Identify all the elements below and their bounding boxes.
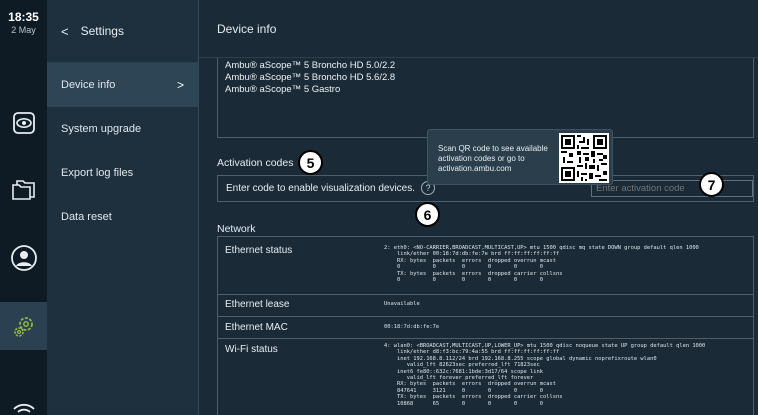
chevron-right-icon: > — [176, 78, 184, 92]
gear-icon — [13, 317, 33, 337]
ethernet-lease-value: Unavailable — [384, 301, 420, 307]
activation-codes-heading: Activation codes — [217, 157, 294, 169]
status-clock: 18:35 2 May — [0, 10, 47, 35]
qr-code-image — [559, 133, 609, 183]
clock-time: 18:35 — [8, 10, 39, 24]
table-row: Ethernet status 2: eth0: <NO-CARRIER,BRO… — [218, 237, 753, 295]
callout-6: 6 — [415, 202, 440, 227]
folders-icon — [11, 180, 35, 200]
device-list-item: Ambu® aScope™ 5 Broncho HD 5.0/2.2 — [225, 60, 396, 71]
menu-item-label: System upgrade — [61, 123, 142, 135]
wifi-status-label: Wi-Fi status — [225, 344, 278, 355]
rail-files-button[interactable] — [0, 172, 47, 206]
compatible-devices-list[interactable]: Ambu® aScope™ 5 Broncho HD 5.0/2.2 Ambu®… — [217, 58, 754, 138]
wifi-icon — [12, 403, 35, 413]
ethernet-mac-value: 00:18:7d:db:fe:7e — [384, 324, 440, 330]
activation-code-input[interactable] — [591, 180, 753, 197]
settings-header: < Settings — [47, 0, 198, 63]
ethernet-status-label: Ethernet status — [225, 245, 293, 256]
menu-item-label: Device info — [61, 79, 116, 91]
device-list-item: Ambu® aScope™ 5 Gastro — [225, 84, 341, 95]
wifi-status-value: 4: wlan0: <BROADCAST,MULTICAST,UP,LOWER_… — [384, 343, 706, 407]
rail-user-button[interactable] — [0, 240, 47, 276]
user-icon — [10, 245, 37, 271]
table-row: Ethernet MAC 00:18:7d:db:fe:7e — [218, 317, 753, 339]
menu-item-system-upgrade[interactable]: System upgrade — [47, 107, 198, 151]
rail-wifi-button[interactable] — [0, 396, 47, 415]
rail-live-view-button[interactable] — [0, 106, 47, 140]
settings-panel: < Settings Device info > System upgrade … — [47, 0, 198, 415]
page-title: Device info — [199, 0, 758, 58]
device-info-panel: Device info Ambu® aScope™ 5 Broncho HD 5… — [198, 0, 758, 415]
tooltip-text: Scan QR code to see available activation… — [438, 144, 548, 173]
menu-item-device-info[interactable]: Device info > — [47, 63, 198, 107]
table-row: Wi-Fi status 4: wlan0: <BROADCAST,MULTIC… — [218, 339, 753, 415]
ethernet-mac-label: Ethernet MAC — [225, 322, 288, 333]
rail-settings-button[interactable] — [0, 302, 47, 350]
qr-tooltip: Scan QR code to see available activation… — [427, 129, 613, 185]
menu-item-data-reset[interactable]: Data reset — [47, 195, 198, 239]
callout-5: 5 — [298, 150, 323, 175]
menu-item-label: Data reset — [61, 211, 112, 223]
device-list-item: Ambu® aScope™ 5 Broncho HD 5.6/2.8 — [225, 72, 396, 83]
left-rail: 18:35 2 May — [0, 0, 47, 415]
menu-item-export-log-files[interactable]: Export log files — [47, 151, 198, 195]
eye-icon — [12, 112, 35, 134]
ethernet-status-value: 2: eth0: <NO-CARRIER,BROADCAST,MULTICAST… — [384, 245, 699, 284]
back-chevron-icon[interactable]: < — [61, 24, 69, 39]
network-heading: Network — [217, 223, 256, 235]
settings-title: Settings — [80, 24, 124, 38]
clock-date: 2 May — [11, 25, 36, 35]
menu-item-label: Export log files — [61, 167, 134, 179]
activation-prompt: Enter code to enable visualization devic… — [226, 183, 416, 194]
callout-7: 7 — [699, 172, 724, 197]
table-row: Ethernet lease Unavailable — [218, 295, 753, 317]
ethernet-lease-label: Ethernet lease — [225, 299, 290, 310]
network-table: Ethernet status 2: eth0: <NO-CARRIER,BRO… — [217, 236, 754, 415]
